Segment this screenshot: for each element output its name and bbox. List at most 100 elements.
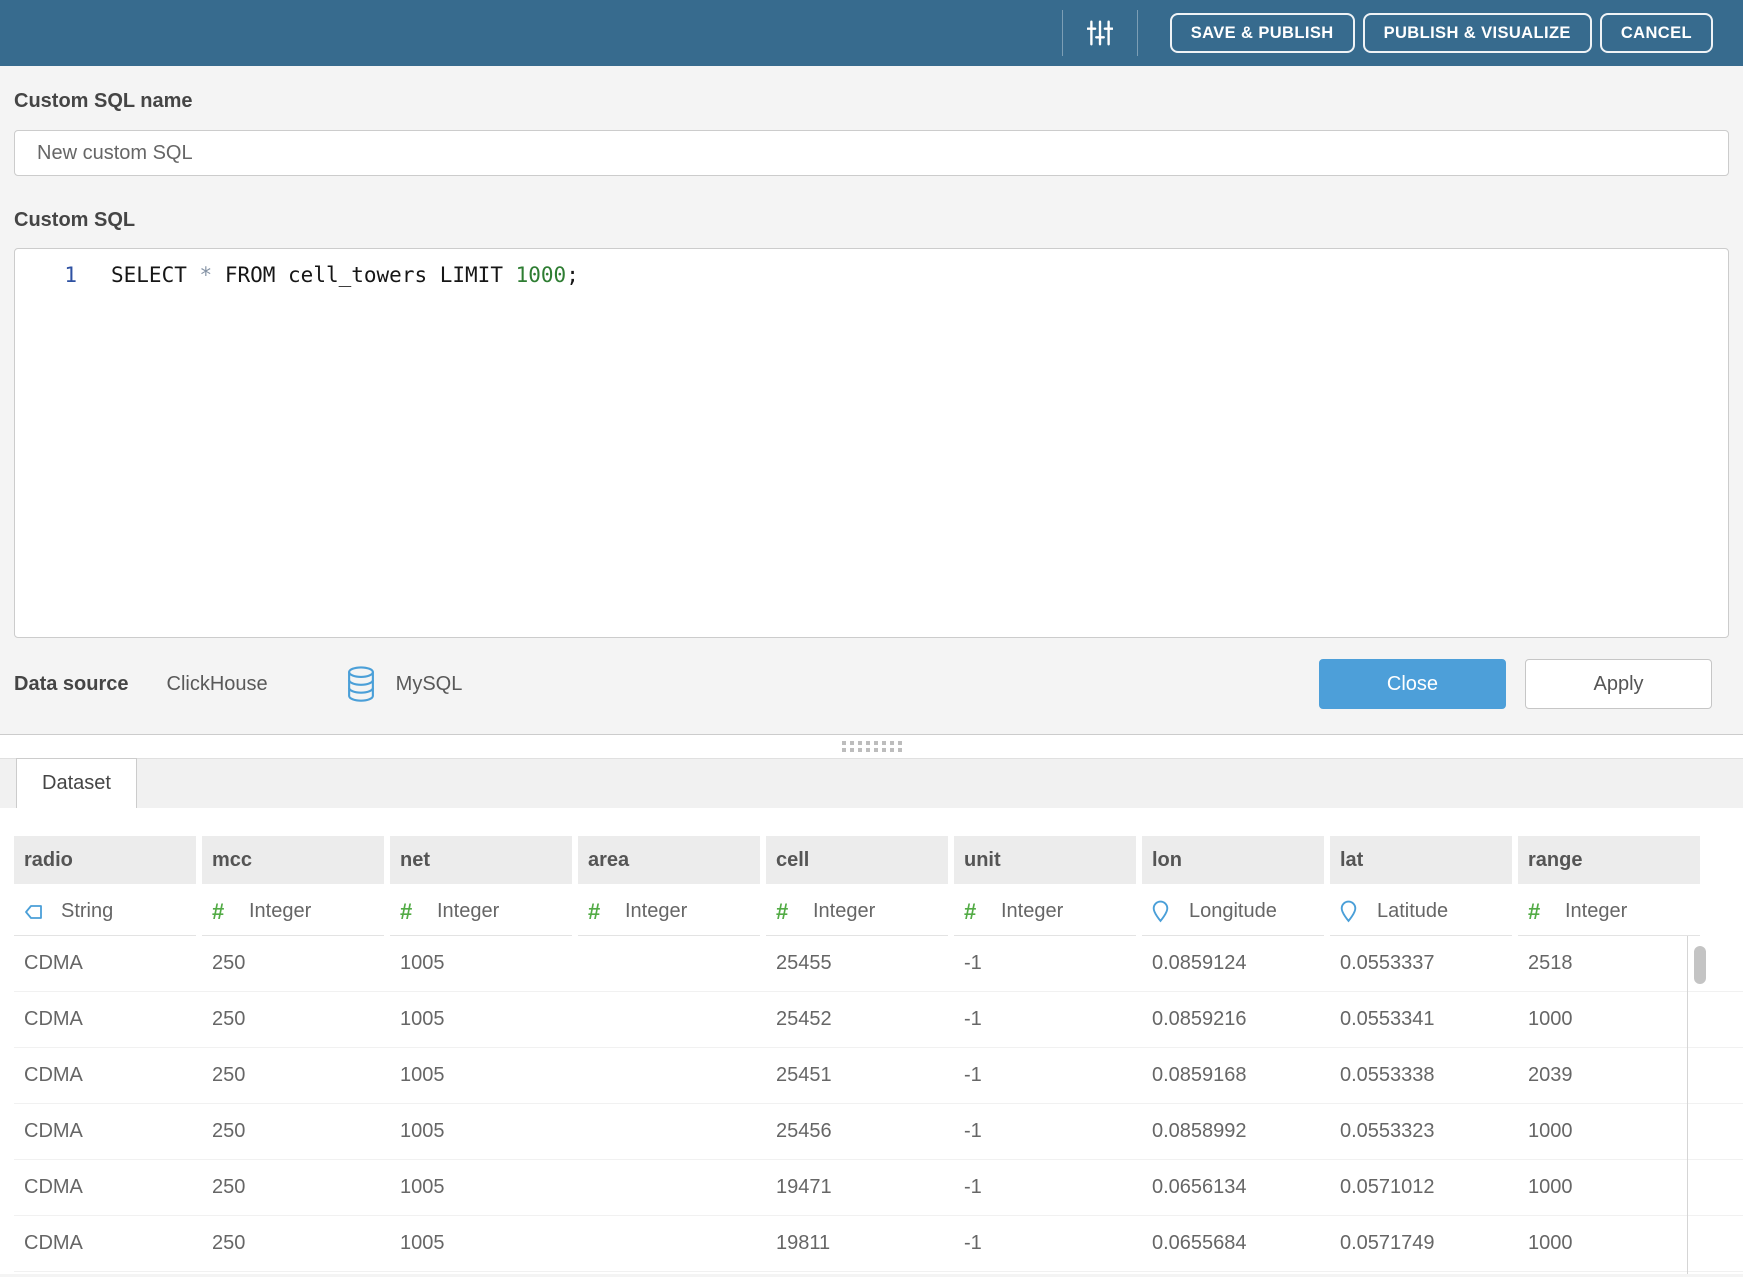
- datasource-option-clickhouse[interactable]: ClickHouse: [167, 673, 268, 696]
- table-row: CDMA250100519811-10.06556840.05717491000: [14, 1216, 1743, 1272]
- table-cell: -1: [954, 1176, 1136, 1199]
- table-cell: 1005: [390, 1064, 572, 1087]
- column-type-label: Longitude: [1189, 900, 1277, 923]
- longitude-icon: [1152, 900, 1176, 923]
- column-header-lon[interactable]: lon: [1142, 836, 1324, 884]
- column-header-unit[interactable]: unit: [954, 836, 1136, 884]
- column-type-label: Integer: [625, 900, 687, 923]
- column-header-cell[interactable]: cell: [766, 836, 948, 884]
- column-type-mcc[interactable]: #Integer: [202, 888, 384, 936]
- table-body: CDMA250100525455-10.08591240.05533372518…: [14, 936, 1743, 1272]
- table-row: CDMA250100525451-10.08591680.05533382039: [14, 1048, 1743, 1104]
- column-header-lat[interactable]: lat: [1330, 836, 1512, 884]
- table-cell: 19811: [766, 1232, 948, 1255]
- datasource-option-label: MySQL: [396, 673, 463, 696]
- preview-table: radiomccnetareacellunitlonlatrange Strin…: [0, 808, 1743, 1274]
- table-cell: 0.0553337: [1330, 952, 1512, 975]
- table-type-row: String#Integer#Integer#Integer#Integer#I…: [14, 888, 1743, 936]
- column-type-unit[interactable]: #Integer: [954, 888, 1136, 936]
- column-type-label: Integer: [813, 900, 875, 923]
- dataset-panel: Dataset radiomccnetareacellunitlonlatran…: [0, 758, 1743, 1274]
- integer-icon: #: [400, 902, 424, 922]
- table-cell: 0.0655684: [1142, 1232, 1324, 1255]
- sql-token: FROM cell_towers LIMIT: [212, 263, 515, 287]
- sql-editor-line: 1 SELECT * FROM cell_towers LIMIT 1000;: [15, 260, 1728, 290]
- tab-dataset-label: Dataset: [42, 772, 111, 795]
- table-cell: 0.0571012: [1330, 1176, 1512, 1199]
- table-cell: 0.0656134: [1142, 1176, 1324, 1199]
- column-type-label: Integer: [437, 900, 499, 923]
- database-icon: [346, 665, 376, 703]
- column-type-lon[interactable]: Longitude: [1142, 888, 1324, 936]
- table-cell: 0.0553338: [1330, 1064, 1512, 1087]
- table-cell: 0.0859216: [1142, 1008, 1324, 1031]
- table-cell: CDMA: [14, 1064, 196, 1087]
- column-type-label: Integer: [1565, 900, 1627, 923]
- table-cell: 250: [202, 952, 384, 975]
- column-type-net[interactable]: # Integer: [390, 888, 572, 936]
- sql-token: 1000: [516, 263, 567, 287]
- sliders-icon: [1087, 19, 1113, 47]
- column-type-label: String: [61, 900, 113, 923]
- table-cell: 1000: [1518, 1176, 1700, 1199]
- table-right-edge: [1687, 936, 1688, 1274]
- table-cell: 19471: [766, 1176, 948, 1199]
- column-header-area[interactable]: area: [578, 836, 760, 884]
- table-cell: 1000: [1518, 1008, 1700, 1031]
- integer-icon: #: [1528, 902, 1552, 922]
- column-type-label: Latitude: [1377, 900, 1448, 923]
- table-cell: -1: [954, 1232, 1136, 1255]
- column-header-mcc[interactable]: mcc: [202, 836, 384, 884]
- table-cell: 0.0571749: [1330, 1232, 1512, 1255]
- panel-splitter[interactable]: [0, 734, 1743, 758]
- table-cell: 1005: [390, 952, 572, 975]
- save-publish-button[interactable]: SAVE & PUBLISH: [1170, 13, 1355, 53]
- data-source-label: Data source: [14, 673, 129, 696]
- query-settings-button[interactable]: [1063, 19, 1137, 47]
- integer-icon: #: [588, 902, 612, 922]
- topbar-divider: [1137, 10, 1138, 56]
- custom-sql-name-input[interactable]: [14, 130, 1729, 176]
- table-cell: CDMA: [14, 1176, 196, 1199]
- table-cell: 25452: [766, 1008, 948, 1031]
- table-cell: 250: [202, 1120, 384, 1143]
- table-row: CDMA250100525452-10.08592160.05533411000: [14, 992, 1743, 1048]
- table-cell: 0.0859124: [1142, 952, 1324, 975]
- table-cell: 0.0858992: [1142, 1120, 1324, 1143]
- column-header-range[interactable]: range: [1518, 836, 1700, 884]
- table-cell: 25456: [766, 1120, 948, 1143]
- table-row: CDMA250100525455-10.08591240.05533372518: [14, 936, 1743, 992]
- close-button[interactable]: Close: [1319, 659, 1506, 709]
- table-cell: 0.0553341: [1330, 1008, 1512, 1031]
- drag-handle-icon: [842, 741, 902, 752]
- column-header-net[interactable]: net: [390, 836, 572, 884]
- publish-visualize-button[interactable]: PUBLISH & VISUALIZE: [1363, 13, 1592, 53]
- apply-button[interactable]: Apply: [1525, 659, 1712, 709]
- column-type-radio[interactable]: String: [14, 888, 196, 936]
- column-type-lat[interactable]: Latitude: [1330, 888, 1512, 936]
- vertical-scrollbar[interactable]: [1694, 946, 1706, 984]
- line-number: 1: [15, 260, 77, 290]
- column-type-cell[interactable]: #Integer: [766, 888, 948, 936]
- table-cell: 2518: [1518, 952, 1700, 975]
- table-cell: -1: [954, 1008, 1136, 1031]
- table-cell: CDMA: [14, 952, 196, 975]
- cancel-button[interactable]: CANCEL: [1600, 13, 1713, 53]
- table-cell: 250: [202, 1232, 384, 1255]
- sql-editor[interactable]: 1 SELECT * FROM cell_towers LIMIT 1000;: [14, 248, 1729, 638]
- column-type-label: Integer: [1001, 900, 1063, 923]
- custom-sql-form: Custom SQL name Custom SQL 1 SELECT * FR…: [0, 66, 1743, 709]
- table-cell: 250: [202, 1064, 384, 1087]
- datasource-option-mysql[interactable]: MySQL: [346, 665, 463, 703]
- table-cell: 1005: [390, 1176, 572, 1199]
- table-cell: 1005: [390, 1008, 572, 1031]
- table-cell: CDMA: [14, 1232, 196, 1255]
- column-type-label: Integer: [249, 900, 311, 923]
- table-cell: -1: [954, 1120, 1136, 1143]
- tab-dataset[interactable]: Dataset: [16, 758, 137, 808]
- column-header-radio[interactable]: radio: [14, 836, 196, 884]
- column-type-area[interactable]: # Integer: [578, 888, 760, 936]
- table-cell: 2039: [1518, 1064, 1700, 1087]
- column-type-range[interactable]: # Integer: [1518, 888, 1700, 936]
- custom-sql-label: Custom SQL: [14, 209, 1729, 232]
